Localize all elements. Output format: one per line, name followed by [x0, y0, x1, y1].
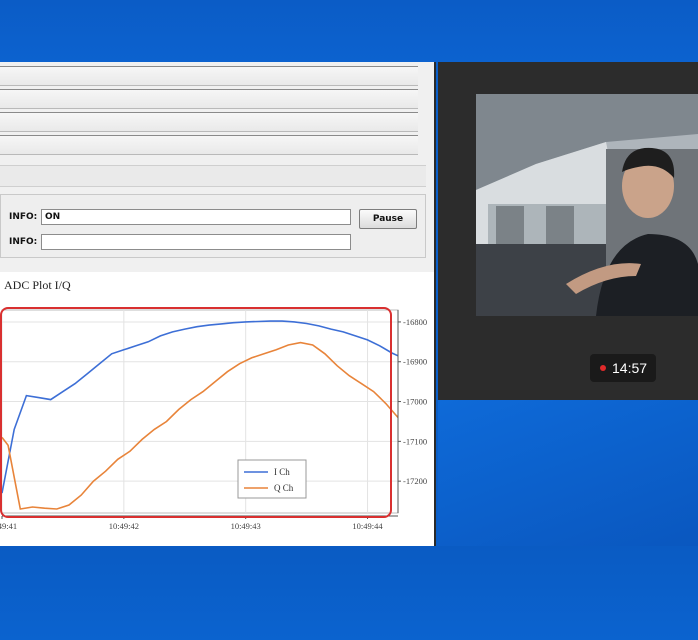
video-feed [476, 94, 698, 316]
desktop-background-top [0, 0, 698, 62]
desktop-wallpaper-right [438, 400, 698, 546]
status-bar [0, 66, 418, 86]
legend-label: I Ch [274, 467, 290, 477]
pause-button[interactable]: Pause [359, 209, 417, 229]
status-bar [0, 135, 418, 155]
adc-chart: -16800 -16900 -17000 -17100 -17200 10:49:41 10… [0, 307, 427, 531]
adc-application-window: INFO: ON INFO: Pause ADC Plot I/Q -16800… [0, 62, 436, 546]
y-tick-label: -16800 [403, 317, 427, 327]
recording-dot-icon [600, 365, 606, 371]
info-field-2[interactable] [41, 234, 351, 250]
status-bars [0, 62, 426, 158]
x-tick-label: 10:49:43 [231, 521, 261, 531]
y-tick-label: -16900 [403, 357, 427, 367]
video-feed-image [476, 94, 698, 316]
y-tick-label: -17000 [403, 397, 427, 407]
video-call-window: 14:57 [438, 62, 698, 400]
x-tick-label: 10:49:44 [352, 521, 383, 531]
adc-plot-area: ADC Plot I/Q -16800 -16900 -17000 -17100 -17… [0, 272, 434, 546]
y-tick-label: -17200 [403, 476, 427, 486]
info-field-1[interactable]: ON [41, 209, 351, 225]
status-bar [0, 89, 418, 109]
plot-frame [1, 309, 399, 514]
status-bar [0, 112, 418, 132]
info-label-2: INFO: [9, 237, 38, 247]
call-timer: 14:57 [590, 354, 656, 382]
info-label-1: INFO: [9, 212, 38, 222]
legend-label: Q Ch [274, 483, 294, 493]
call-timer-text: 14:57 [612, 360, 648, 376]
x-tick-label: 10:49:41 [0, 521, 17, 531]
desktop-background-bottom [0, 546, 698, 640]
divider-strip [0, 165, 426, 187]
info-panel: INFO: ON INFO: Pause [0, 194, 426, 258]
chart-legend [237, 459, 307, 499]
y-tick-label: -17100 [403, 436, 427, 446]
x-tick-label: 10:49:42 [109, 521, 139, 531]
